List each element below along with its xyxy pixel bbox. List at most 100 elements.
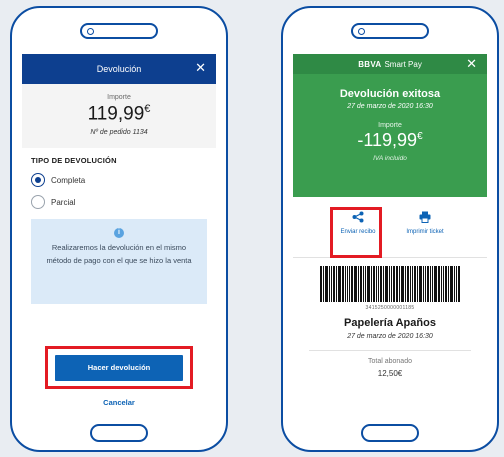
option-label: Completa (51, 175, 86, 185)
barcode-bar (418, 266, 422, 302)
phone-right: BBVA Smart Pay ✕ Devolución exitosa 27 d… (281, 6, 499, 452)
barcode-bar (398, 266, 400, 302)
amount-label: Importe (378, 122, 402, 129)
barcode-bar (426, 266, 429, 302)
barcode-number: 3415250000001185 (365, 305, 415, 311)
info-icon: i (114, 228, 124, 239)
barcode-bar (455, 266, 457, 302)
amount-number: 119,99 (87, 103, 145, 125)
option-parcial[interactable]: Parcial (31, 195, 207, 210)
amount-value: 119,99€ (22, 103, 216, 125)
refund-header: Devolución ✕ (22, 54, 216, 84)
amount-summary: Importe 119,99€ Nº de pedido 1134 (22, 84, 216, 149)
info-box: i Realizaremos la devolución en el mismo… (31, 219, 207, 305)
barcode-bar (422, 266, 424, 302)
barcode-bar (350, 266, 353, 302)
divider (309, 350, 471, 351)
receipt-actions: Enviar recibo Imprimir ticket (293, 197, 487, 258)
close-icon[interactable]: ✕ (195, 61, 206, 74)
barcode-bar (433, 266, 437, 302)
barcode-bar (328, 266, 330, 302)
barcode-bar (424, 266, 426, 302)
barcode-bar (337, 266, 341, 302)
radio-unselected-icon[interactable] (31, 195, 45, 210)
speaker-icon (351, 23, 429, 39)
section-title: TIPO DE DEVOLUCIÓN (31, 156, 117, 166)
barcode-bar (431, 266, 433, 302)
option-completa[interactable]: Completa (31, 173, 207, 188)
merchant-date: 27 de marzo de 2020 16:30 (347, 333, 433, 340)
barcode-bar (377, 266, 379, 302)
barcode-bar (413, 266, 416, 302)
barcode-bar (388, 266, 390, 302)
barcode-bar (357, 266, 359, 302)
home-button (361, 424, 419, 442)
barcode-bar (353, 266, 357, 302)
ticket-details: 3415250000001185 Papelería Apaños 27 de … (293, 258, 487, 378)
barcode-bar (364, 266, 366, 302)
barcode-bar (392, 266, 395, 302)
barcode-bar (384, 266, 388, 302)
brand-bar: BBVA Smart Pay ✕ (293, 54, 487, 74)
barcode-bar (395, 266, 398, 302)
header-title: Devolución (96, 64, 142, 74)
barcode-bar (346, 266, 348, 302)
close-icon[interactable]: ✕ (466, 57, 477, 70)
total-label: Total abonado (368, 358, 412, 365)
speaker-icon (80, 23, 158, 39)
phone-left: Devolución ✕ Importe 119,99€ Nº de pedid… (10, 6, 228, 452)
success-header: BBVA Smart Pay ✕ Devolución exitosa 27 d… (293, 54, 487, 197)
barcode-bar (379, 266, 382, 302)
barcode-bar (442, 266, 444, 302)
barcode-bar (324, 266, 328, 302)
refund-amount: -119,99€ (293, 130, 487, 151)
barcode-bar (404, 266, 406, 302)
barcode-bar (322, 266, 324, 302)
barcode-bar (457, 266, 460, 302)
barcode-bar (444, 266, 447, 302)
amount-number: -119,99 (357, 130, 418, 150)
barcode-bar (366, 266, 370, 302)
barcode-bar (429, 266, 431, 302)
home-button (90, 424, 148, 442)
barcode-bar (453, 266, 455, 302)
highlight-frame (330, 207, 382, 258)
tax-note: IVA incluido (373, 155, 407, 162)
barcode-bar (411, 266, 413, 302)
printer-icon (405, 211, 445, 225)
merchant-name: Papelería Apaños (344, 317, 436, 329)
option-label: Parcial (51, 197, 76, 207)
cancel-link[interactable]: Cancelar (22, 398, 216, 407)
barcode-bar (449, 266, 453, 302)
barcode-bar (416, 266, 418, 302)
barcode-bar (447, 266, 449, 302)
currency-symbol: € (144, 103, 151, 115)
success-date: 27 de marzo de 2020 16:30 (347, 103, 433, 110)
amount-label: Importe (107, 94, 131, 101)
barcode (307, 266, 473, 302)
barcode-bar (390, 266, 392, 302)
barcode-bar (375, 266, 377, 302)
camera-icon (358, 28, 365, 35)
barcode-bar (319, 266, 322, 302)
print-ticket-button[interactable]: Imprimir ticket (405, 211, 445, 236)
refund-screen: Devolución ✕ Importe 119,99€ Nº de pedid… (22, 54, 216, 418)
barcode-bar (382, 266, 384, 302)
barcode-bar (344, 266, 346, 302)
info-text: Realizaremos la devolución en el mismo m… (46, 243, 192, 265)
barcode-bar (332, 266, 335, 302)
barcode-bar (409, 266, 411, 302)
radio-selected-icon[interactable] (31, 173, 45, 188)
refund-button[interactable]: Hacer devolución (55, 354, 183, 381)
refund-success-screen: BBVA Smart Pay ✕ Devolución exitosa 27 d… (293, 54, 487, 418)
barcode-bar (440, 266, 442, 302)
barcode-bar (400, 266, 404, 302)
brand-suffix: Smart Pay (384, 59, 422, 69)
currency-symbol: € (417, 131, 423, 142)
barcode-bar (370, 266, 372, 302)
success-title: Devolución exitosa (339, 88, 441, 100)
barcode-bar (330, 266, 332, 302)
refund-type-section: TIPO DE DEVOLUCIÓN Completa Parcial (22, 148, 216, 210)
barcode-bar (335, 266, 337, 302)
barcode-bar (362, 266, 364, 302)
